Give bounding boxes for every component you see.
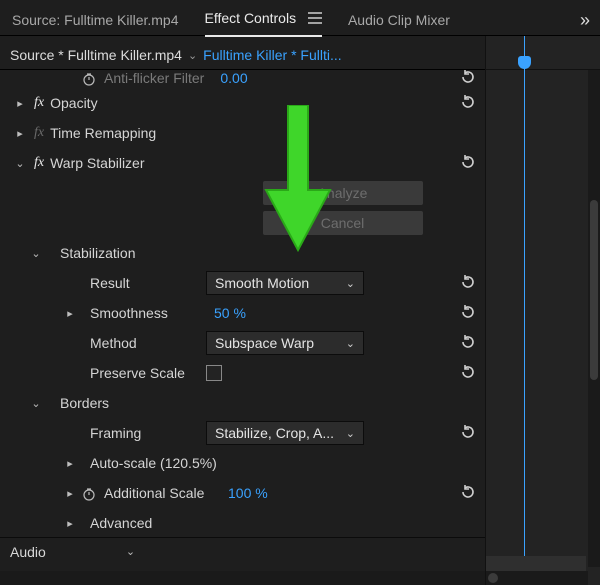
chevron-down-icon: ⌄ xyxy=(346,427,355,440)
hamburger-icon[interactable] xyxy=(308,11,322,27)
scrollbar-thumb[interactable] xyxy=(590,200,598,380)
panel-tabs: Source: Fulltime Killer.mp4 Effect Contr… xyxy=(0,0,600,36)
additional-scale-label: Additional Scale xyxy=(104,485,222,501)
tab-source[interactable]: Source: Fulltime Killer.mp4 xyxy=(12,6,179,36)
preserve-scale-checkbox[interactable] xyxy=(206,365,222,381)
chevron-down-icon: ⌄ xyxy=(346,337,355,350)
chevron-down-icon: ⌄ xyxy=(346,277,355,290)
effect-warp-stabilizer[interactable]: ⌄ fx Warp Stabilizer xyxy=(0,148,485,178)
chevron-right-icon[interactable]: ▸ xyxy=(14,97,26,110)
effect-opacity[interactable]: ▸ fx Opacity xyxy=(0,88,485,118)
time-remapping-label: Time Remapping xyxy=(50,125,156,141)
warp-action-buttons: Analyze Cancel xyxy=(0,178,485,238)
prop-anti-flicker: ▸ Anti-flicker Filter 0.00 xyxy=(0,70,485,88)
opacity-label: Opacity xyxy=(50,95,97,111)
method-select[interactable]: Subspace Warp ⌄ xyxy=(206,331,364,355)
stabilization-header: Stabilization xyxy=(60,245,136,261)
audio-section[interactable]: Audio ⌄ xyxy=(0,537,485,565)
chevron-right-icon[interactable]: ▸ xyxy=(64,457,76,470)
group-borders[interactable]: ⌄ Borders xyxy=(0,388,485,418)
result-label: Result xyxy=(90,275,200,291)
stopwatch-icon[interactable] xyxy=(82,70,98,86)
audio-label: Audio xyxy=(10,544,46,560)
tab-effect-controls-label: Effect Controls xyxy=(205,10,297,26)
additional-scale-value[interactable]: 100 % xyxy=(228,485,268,501)
chevron-down-icon[interactable]: ⌄ xyxy=(188,49,197,62)
auto-scale-label: Auto-scale (120.5%) xyxy=(90,455,217,471)
reset-button[interactable] xyxy=(459,483,477,504)
prop-framing: Framing Stabilize, Crop, A... ⌄ xyxy=(0,418,485,448)
prop-preserve-scale: Preserve Scale xyxy=(0,358,485,388)
timeline-ruler[interactable] xyxy=(486,36,600,70)
result-select[interactable]: Smooth Motion ⌄ xyxy=(206,271,364,295)
group-advanced[interactable]: ▸ Advanced xyxy=(0,508,485,538)
smoothness-value[interactable]: 50 % xyxy=(214,305,246,321)
reset-button[interactable] xyxy=(459,333,477,354)
group-stabilization[interactable]: ⌄ Stabilization xyxy=(0,238,485,268)
anti-flicker-label: Anti-flicker Filter xyxy=(104,70,204,86)
mini-timeline[interactable] xyxy=(485,36,600,585)
method-value: Subspace Warp xyxy=(215,335,314,351)
borders-header: Borders xyxy=(60,395,109,411)
chevron-down-icon[interactable]: ⌄ xyxy=(30,397,42,410)
playhead-line xyxy=(524,36,525,585)
fx-icon[interactable]: fx xyxy=(34,125,44,141)
chevron-right-icon[interactable]: ▸ xyxy=(64,487,76,500)
method-label: Method xyxy=(90,335,200,351)
chevron-down-icon[interactable]: ⌄ xyxy=(126,545,135,558)
panel-h-scroll[interactable] xyxy=(0,571,485,585)
chevron-right-icon[interactable]: ▸ xyxy=(14,127,26,140)
smoothness-label: Smoothness xyxy=(90,305,208,321)
reset-button[interactable] xyxy=(459,153,477,174)
overflow-icon[interactable]: » xyxy=(580,10,588,31)
warp-stabilizer-label: Warp Stabilizer xyxy=(50,155,144,171)
zoom-knob-left[interactable] xyxy=(488,573,498,583)
chevron-right-icon[interactable]: ▸ xyxy=(64,517,76,530)
chevron-down-icon[interactable]: ⌄ xyxy=(14,157,26,170)
effect-controls-panel: ▸ Anti-flicker Filter 0.00 ▸ fx Opacity … xyxy=(0,70,485,585)
prop-additional-scale: ▸ Additional Scale 100 % xyxy=(0,478,485,508)
reset-button[interactable] xyxy=(459,93,477,114)
framing-value: Stabilize, Crop, A... xyxy=(215,425,334,441)
clip-label[interactable]: Fulltime Killer * Fullti... xyxy=(203,47,341,63)
prop-smoothness: ▸ Smoothness 50 % xyxy=(0,298,485,328)
anti-flicker-value[interactable]: 0.00 xyxy=(220,70,247,86)
tab-effect-controls[interactable]: Effect Controls xyxy=(205,4,322,37)
timeline-h-scroll[interactable] xyxy=(486,571,588,585)
source-label: Source * Fulltime Killer.mp4 xyxy=(10,47,182,63)
prop-result: Result Smooth Motion ⌄ xyxy=(0,268,485,298)
analyze-button: Analyze xyxy=(263,181,423,205)
effect-time-remapping[interactable]: ▸ fx Time Remapping xyxy=(0,118,485,148)
prop-auto-scale[interactable]: ▸ Auto-scale (120.5%) xyxy=(0,448,485,478)
preserve-scale-label: Preserve Scale xyxy=(90,365,200,381)
reset-button[interactable] xyxy=(459,423,477,444)
fx-icon[interactable]: fx xyxy=(34,95,44,111)
prop-method: Method Subspace Warp ⌄ xyxy=(0,328,485,358)
cancel-button: Cancel xyxy=(263,211,423,235)
chevron-right-icon[interactable]: ▸ xyxy=(64,307,76,320)
fx-icon[interactable]: fx xyxy=(34,155,44,171)
reset-button[interactable] xyxy=(459,303,477,324)
result-value: Smooth Motion xyxy=(215,275,309,291)
reset-button[interactable] xyxy=(459,70,477,89)
advanced-header: Advanced xyxy=(90,515,152,531)
vertical-scrollbar[interactable] xyxy=(588,70,600,567)
tab-audio-mixer[interactable]: Audio Clip Mixer xyxy=(348,6,450,36)
framing-select[interactable]: Stabilize, Crop, A... ⌄ xyxy=(206,421,364,445)
reset-button[interactable] xyxy=(459,273,477,294)
framing-label: Framing xyxy=(90,425,200,441)
playhead-icon[interactable] xyxy=(518,56,531,69)
chevron-down-icon[interactable]: ⌄ xyxy=(30,247,42,260)
stopwatch-icon[interactable] xyxy=(82,485,98,501)
reset-button[interactable] xyxy=(459,363,477,384)
